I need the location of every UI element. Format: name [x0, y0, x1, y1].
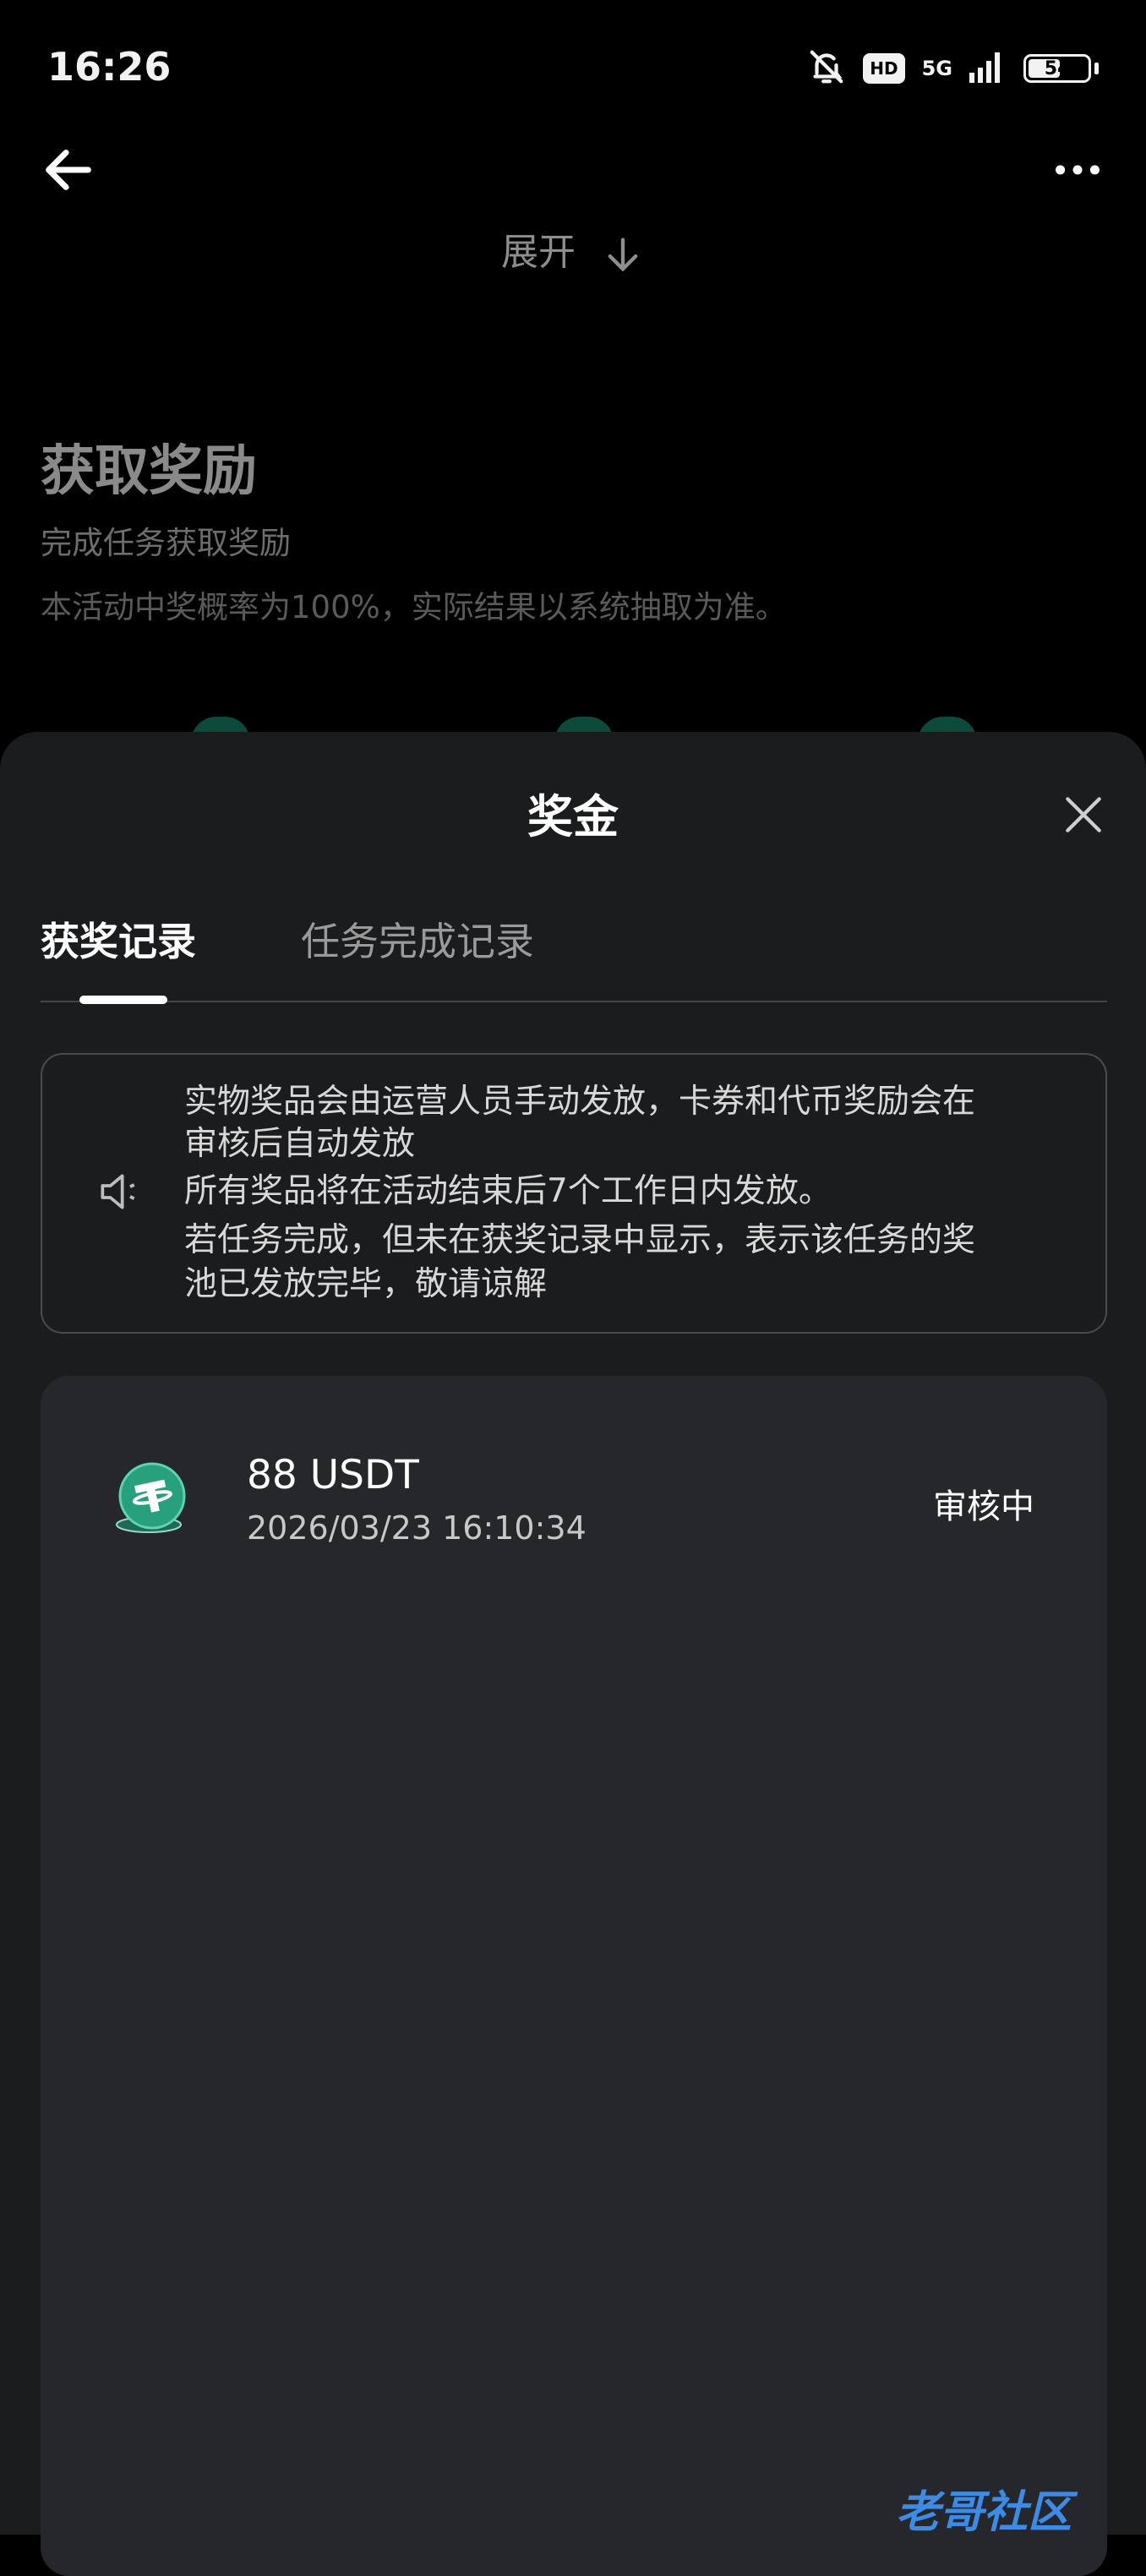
watermark: 老哥社区: [896, 2487, 1072, 2538]
notice-line: 实物奖品会由运营人员手动发放，卡券和代币奖励会在: [184, 1083, 976, 1121]
record-status: 审核中: [933, 1487, 1034, 1526]
reward-probability-note: 本活动中奖概率为100%，实际结果以系统抽取为准。: [41, 589, 787, 625]
network-5g-label: 5G: [921, 57, 952, 80]
more-dots-icon: [1056, 165, 1100, 175]
bell-muted-icon: [807, 47, 846, 90]
usdt-coin-icon: [110, 1459, 191, 1540]
record-card: [41, 1376, 1107, 2576]
expand-toggle[interactable]: 展开: [0, 221, 1146, 276]
notice-line: 若任务完成，但未在获奖记录中显示，表示该任务的奖: [184, 1221, 976, 1259]
tab-divider: [41, 1001, 1107, 1002]
close-button[interactable]: [1056, 788, 1111, 842]
notice-line: 所有奖品将在活动结束后7个工作日内发放。: [184, 1172, 832, 1210]
reward-heading: 获取奖励: [41, 440, 257, 503]
sheet-title: 奖金: [527, 790, 619, 843]
back-button[interactable]: [39, 140, 98, 199]
battery-icon: 54: [1023, 54, 1091, 83]
close-icon: [1066, 797, 1101, 832]
arrow-left-icon: [46, 150, 91, 190]
hd-badge: HD: [863, 53, 905, 84]
notice-line: 审核后自动发放: [184, 1125, 416, 1163]
signal-icon: [969, 51, 1007, 86]
active-tab-indicator: [79, 996, 167, 1004]
tab-award-records[interactable]: 获奖记录: [41, 911, 196, 967]
speaker-icon: [95, 1168, 142, 1215]
status-icons: HD 5G 54: [807, 47, 1099, 90]
reward-subheading: 完成任务获取奖励: [41, 525, 291, 561]
arrow-down-icon: [608, 237, 638, 272]
expand-label: 展开: [501, 231, 576, 274]
status-time: 16:26: [47, 44, 172, 90]
record-timestamp: 2026/03/23 16:10:34: [247, 1509, 587, 1547]
battery-tip: [1094, 63, 1099, 74]
more-options-button[interactable]: [1048, 140, 1107, 199]
battery-level: 54: [1044, 57, 1071, 79]
tab-task-records[interactable]: 任务完成记录: [301, 911, 534, 967]
record-amount: 88 USDT: [247, 1452, 419, 1498]
notice-line: 池已发放完毕，敬请谅解: [184, 1265, 548, 1303]
